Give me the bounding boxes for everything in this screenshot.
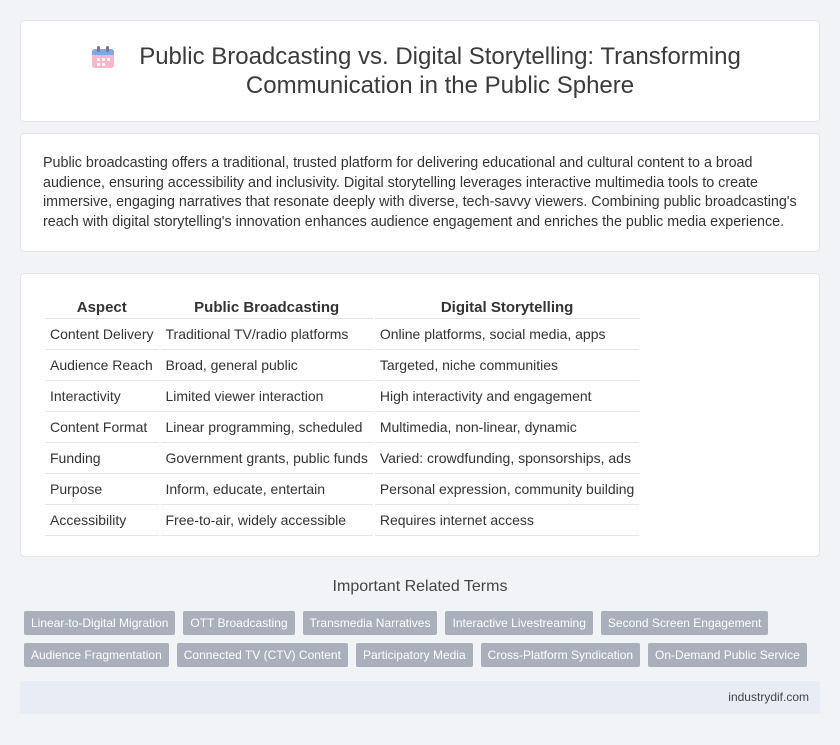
cell-public: Government grants, public funds	[160, 443, 373, 474]
footer: industrydif.com	[20, 681, 820, 714]
cell-aspect: Audience Reach	[45, 350, 159, 381]
table-row: Interactivity Limited viewer interaction…	[45, 381, 640, 412]
cell-aspect: Accessibility	[45, 505, 159, 536]
footer-site-link[interactable]: industrydif.com	[728, 690, 809, 704]
related-term-tag[interactable]: Cross-Platform Syndication	[480, 643, 641, 667]
comparison-card: Aspect Public Broadcasting Digital Story…	[20, 273, 820, 557]
cell-digital: Varied: crowdfunding, sponsorships, ads	[374, 443, 640, 474]
page-title: Public Broadcasting vs. Digital Storytel…	[139, 43, 741, 99]
cell-aspect: Purpose	[45, 474, 159, 505]
cell-public: Linear programming, scheduled	[160, 412, 373, 443]
cell-aspect: Funding	[45, 443, 159, 474]
related-terms-row: Audience Fragmentation Connected TV (CTV…	[24, 643, 824, 667]
related-term-tag[interactable]: Second Screen Engagement	[600, 611, 769, 635]
table-row: Accessibility Free-to-air, widely access…	[45, 505, 640, 536]
related-term-tag[interactable]: Connected TV (CTV) Content	[176, 643, 348, 667]
related-terms-row: Linear-to-Digital Migration OTT Broadcas…	[24, 611, 824, 635]
related-term-tag[interactable]: Audience Fragmentation	[24, 643, 169, 667]
table-row: Content Format Linear programming, sched…	[45, 412, 640, 443]
cell-public: Limited viewer interaction	[160, 381, 373, 412]
table-row: Audience Reach Broad, general public Tar…	[45, 350, 640, 381]
cell-aspect: Content Format	[45, 412, 159, 443]
intro-card: Public broadcasting offers a traditional…	[20, 133, 820, 252]
cell-digital: Personal expression, community building	[374, 474, 640, 505]
related-term-tag[interactable]: Linear-to-Digital Migration	[24, 611, 176, 635]
title-card: Public Broadcasting vs. Digital Storytel…	[20, 20, 820, 122]
related-term-tag[interactable]: Participatory Media	[355, 643, 473, 667]
calendar-icon	[90, 44, 116, 70]
related-term-tag[interactable]: Interactive Livestreaming	[445, 611, 593, 635]
table-row: Purpose Inform, educate, entertain Perso…	[45, 474, 640, 505]
related-term-tag[interactable]: OTT Broadcasting	[183, 611, 295, 635]
table-header-row: Aspect Public Broadcasting Digital Story…	[45, 296, 640, 319]
cell-public: Inform, educate, entertain	[160, 474, 373, 505]
header-public-broadcasting: Public Broadcasting	[160, 296, 373, 319]
related-terms-title: Important Related Terms	[332, 578, 508, 595]
cell-digital: Targeted, niche communities	[374, 350, 640, 381]
related-term-tag[interactable]: Transmedia Narratives	[302, 611, 438, 635]
comparison-table: Aspect Public Broadcasting Digital Story…	[43, 296, 641, 536]
intro-text: Public broadcasting offers a traditional…	[43, 155, 797, 230]
cell-digital: Online platforms, social media, apps	[374, 319, 640, 350]
table-row: Funding Government grants, public funds …	[45, 443, 640, 474]
cell-public: Broad, general public	[160, 350, 373, 381]
cell-aspect: Interactivity	[45, 381, 159, 412]
related-term-tag[interactable]: On-Demand Public Service	[648, 643, 807, 667]
cell-aspect: Content Delivery	[45, 319, 159, 350]
cell-public: Traditional TV/radio platforms	[160, 319, 373, 350]
cell-digital: Multimedia, non-linear, dynamic	[374, 412, 640, 443]
header-aspect: Aspect	[45, 296, 159, 319]
cell-public: Free-to-air, widely accessible	[160, 505, 373, 536]
cell-digital: High interactivity and engagement	[374, 381, 640, 412]
header-digital-storytelling: Digital Storytelling	[374, 296, 640, 319]
table-row: Content Delivery Traditional TV/radio pl…	[45, 319, 640, 350]
cell-digital: Requires internet access	[374, 505, 640, 536]
